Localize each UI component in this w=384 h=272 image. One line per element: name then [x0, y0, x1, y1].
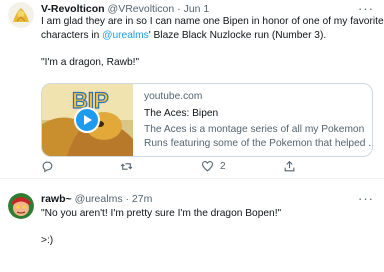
tweet-header: V-Revolticon @VRevolticon · Jun 1	[41, 3, 209, 15]
share-icon	[284, 160, 295, 172]
retweet-button[interactable]	[120, 160, 139, 173]
avatar[interactable]	[8, 2, 34, 28]
tweet-text-line: >:)	[41, 235, 54, 246]
separator: ·	[125, 193, 130, 205]
text-segment: characters in	[41, 30, 103, 41]
tweet[interactable]: rawb~ @urealms · 27m ··· "No you aren't!…	[0, 180, 384, 272]
link-card[interactable]: BIP youtube.com The Aces: Bipen The Aces…	[41, 83, 373, 157]
tweet-text-line: "I'm a dragon, Rawb!"	[41, 57, 140, 68]
reply-icon	[42, 161, 53, 173]
text-segment: ' Blaze Black Nuzlocke run (Number 3).	[148, 30, 327, 41]
card-description: The Aces is a montage series of all my P…	[144, 124, 365, 135]
video-thumbnail[interactable]: BIP	[42, 84, 133, 156]
tweet-text-line: "No you aren't! I'm pretty sure I'm the …	[41, 208, 282, 219]
tweet-header: rawb~ @urealms · 27m	[41, 193, 152, 205]
tweet-text-line: I am glad they are in so I can name one …	[41, 16, 384, 27]
play-icon[interactable]	[74, 107, 100, 133]
display-name[interactable]: V-Revolticon	[41, 3, 105, 15]
more-icon[interactable]: ···	[358, 1, 374, 16]
share-button[interactable]	[283, 160, 302, 173]
timestamp[interactable]: 27m	[132, 193, 152, 205]
more-icon[interactable]: ···	[358, 191, 374, 206]
retweet-icon	[120, 163, 133, 170]
card-domain: youtube.com	[144, 91, 203, 102]
like-button[interactable]: 2	[201, 160, 226, 173]
card-text: youtube.com The Aces: Bipen The Aces is …	[144, 90, 373, 150]
tweet[interactable]: V-Revolticon @VRevolticon · Jun 1 ··· I …	[0, 0, 384, 179]
avatar[interactable]	[8, 193, 34, 219]
mention-link[interactable]: @urealms	[102, 30, 149, 41]
tweet-actions: 2	[41, 160, 371, 176]
handle[interactable]: @VRevolticon	[108, 3, 175, 15]
card-description: Runs featuring some of the Pokemon that …	[144, 137, 373, 149]
display-name[interactable]: rawb~	[41, 193, 72, 205]
reply-button[interactable]	[41, 160, 60, 173]
timestamp[interactable]: Jun 1	[184, 3, 210, 15]
like-count: 2	[220, 161, 226, 172]
separator: ·	[177, 3, 181, 15]
tweet-text-line: characters in @urealms' Blaze Black Nuzl…	[41, 29, 326, 43]
handle[interactable]: @urealms	[75, 193, 123, 205]
card-title: The Aces: Bipen	[144, 107, 219, 119]
like-icon	[202, 161, 213, 172]
